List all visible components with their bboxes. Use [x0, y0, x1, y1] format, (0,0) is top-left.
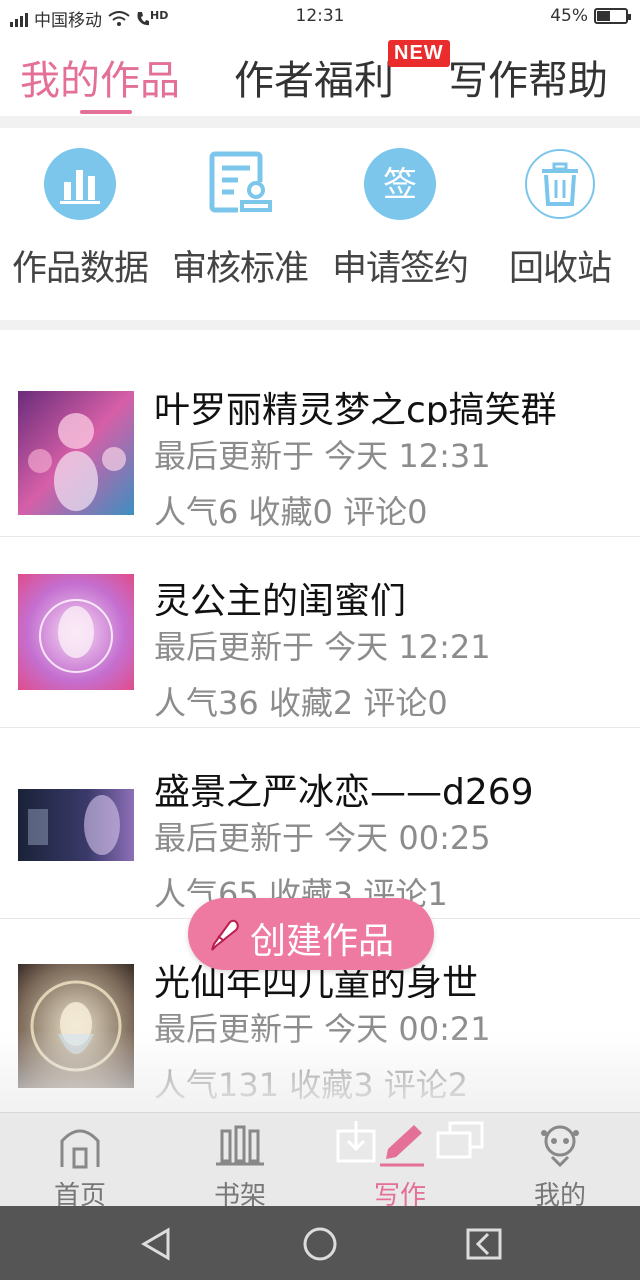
write-pen-icon: [380, 1125, 424, 1167]
quick-action-label: 回收站: [508, 249, 612, 289]
work-row[interactable]: 叶罗丽精灵梦之cp搞笑群 最后更新于 今天 12:31 人气6 收藏0 评论0: [0, 347, 640, 537]
quick-action-recycle-bin[interactable]: 回收站: [480, 142, 640, 291]
quick-action-apply-contract[interactable]: 签 申请签约: [320, 142, 480, 291]
work-row[interactable]: 灵公主的闺蜜们 最后更新于 今天 12:21 人气36 收藏2 评论0: [0, 538, 640, 728]
back-icon[interactable]: [138, 1224, 178, 1264]
work-updated-time: 最后更新于 今天 00:21: [154, 1010, 491, 1048]
work-updated-time: 最后更新于 今天 00:25: [154, 819, 491, 857]
clock: 12:31: [295, 6, 345, 26]
work-stats: 人气131 收藏3 评论2: [154, 1066, 469, 1104]
new-badge: NEW: [388, 40, 450, 67]
work-stats: 人气6 收藏0 评论0: [154, 493, 428, 531]
work-stats: 人气36 收藏2 评论0: [154, 684, 448, 722]
system-nav-bar: [0, 1206, 640, 1280]
tab-active-indicator: [80, 110, 132, 114]
status-bar: 中国移动 HD 12:31 45%: [0, 0, 640, 32]
nav-home[interactable]: 首页: [0, 1119, 160, 1212]
nav-bookshelf[interactable]: 书架: [160, 1119, 320, 1212]
work-row[interactable]: 盛景之严冰恋——d269 最后更新于 今天 00:25 人气65 收藏3 评论1: [0, 729, 640, 919]
work-title: 叶罗丽精灵梦之cp搞笑群: [154, 390, 557, 425]
work-title: 灵公主的闺蜜们: [154, 581, 407, 616]
sign-icon-glyph: 签: [383, 165, 417, 205]
work-cover-image: [18, 964, 134, 1088]
tab-author-benefits[interactable]: 作者福利: [234, 48, 394, 106]
create-work-button[interactable]: 创建作品: [188, 898, 434, 970]
tab-my-works[interactable]: 我的作品: [20, 48, 180, 106]
home-icon: [60, 1129, 100, 1169]
bookshelf-icon: [216, 1125, 264, 1166]
tab-writing-help[interactable]: 写作帮助: [448, 48, 608, 106]
quick-action-label: 申请签约: [331, 249, 469, 289]
bottom-nav: 首页 书架 写作 我的: [0, 1112, 640, 1211]
work-cover-image: [18, 789, 134, 861]
quick-action-work-data[interactable]: 作品数据: [0, 142, 160, 291]
work-cover-image: [18, 574, 134, 690]
top-tabs: 我的作品 作者福利 NEW 写作帮助: [0, 32, 640, 116]
work-updated-time: 最后更新于 今天 12:31: [154, 437, 491, 475]
work-cover-image: [18, 391, 134, 515]
profile-icon: [541, 1125, 579, 1168]
trash-icon: [525, 149, 595, 219]
download-icon[interactable]: [336, 1119, 376, 1163]
sign-contract-icon: 签: [364, 148, 436, 220]
quick-action-label: 作品数据: [11, 249, 149, 289]
battery-percent: 45%: [550, 6, 588, 26]
quick-action-review-standard[interactable]: 审核标准: [160, 142, 320, 291]
create-work-label: 创建作品: [250, 921, 395, 962]
review-document-icon: [209, 151, 272, 214]
bar-chart-icon: [44, 148, 116, 220]
work-updated-time: 最后更新于 今天 12:21: [154, 628, 491, 666]
nav-profile[interactable]: 我的: [480, 1119, 640, 1212]
works-list: 叶罗丽精灵梦之cp搞笑群 最后更新于 今天 12:31 人气6 收藏0 评论0 …: [0, 330, 640, 1110]
recent-apps-icon[interactable]: [464, 1224, 504, 1264]
multi-window-icon[interactable]: [436, 1121, 484, 1161]
quick-action-label: 审核标准: [171, 249, 309, 289]
pencil-icon: [211, 919, 239, 951]
quick-actions: 作品数据 审核标准 签 申请签约 回收站: [0, 128, 640, 320]
home-circle-icon[interactable]: [300, 1224, 340, 1264]
work-title: 盛景之严冰恋——d269: [154, 772, 534, 807]
battery-icon: [594, 8, 631, 24]
